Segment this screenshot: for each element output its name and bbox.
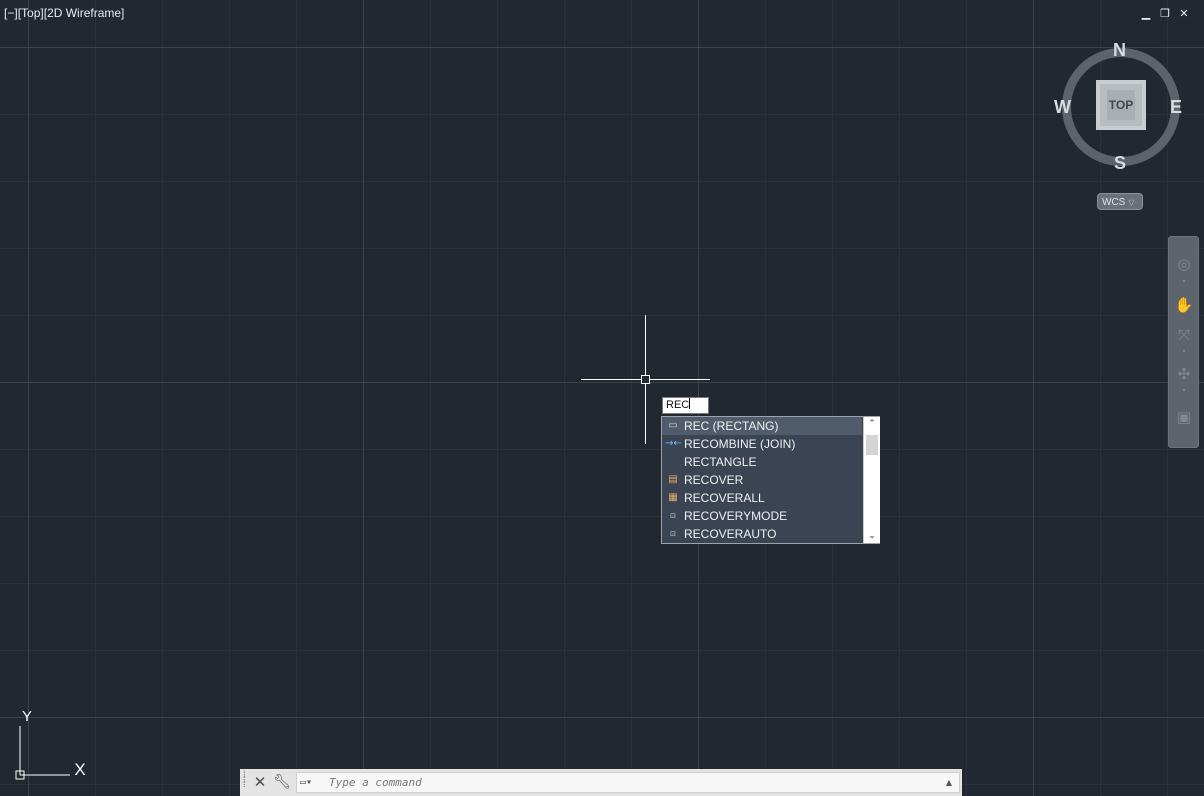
recover-icon: ▤ — [668, 474, 678, 485]
autocomplete-item[interactable]: ⊡ RECOVERYMODE — [662, 507, 862, 525]
chevron-up-icon[interactable]: ⌃ — [864, 417, 880, 431]
restore-icon[interactable]: ❐ — [1159, 8, 1171, 20]
autocomplete-scrollbar[interactable]: ⌃ ⌄ — [863, 417, 880, 543]
command-input-field: ▭▾ ▲ — [296, 772, 960, 793]
command-line: ⁞⁞⁞ ✕ 🔧︎ ▭▾ ▲ — [240, 769, 962, 796]
zoom-extents-icon[interactable]: ⤧ — [1174, 325, 1194, 345]
steering-wheel-icon[interactable]: ◎ — [1174, 254, 1194, 274]
autocomplete-list: ▭ REC (RECTANG) →← RECOMBINE (JOIN) RECT… — [661, 416, 880, 544]
drawing-area[interactable]: [−] [Top] [2D Wireframe] ▁ ❐ ✕ N S E W T… — [0, 0, 1204, 796]
rectangle-icon: ▭ — [668, 420, 678, 431]
grip-handle-icon[interactable]: ⁞ ⁞ ⁞ — [243, 770, 249, 792]
compass-south[interactable]: S — [1114, 153, 1126, 174]
join-icon: →← — [665, 438, 682, 449]
wcs-label: WCS — [1102, 197, 1126, 208]
viewport-controls: [−] [Top] [2D Wireframe] — [4, 6, 124, 20]
autocomplete-item[interactable]: ▤ RECOVER — [662, 471, 862, 489]
orbit-icon[interactable]: ✣ — [1174, 364, 1194, 384]
autocomplete-item[interactable]: ▭ REC (RECTANG) — [662, 417, 862, 435]
sysvar-icon: ⊡ — [670, 530, 676, 538]
compass-west[interactable]: W — [1054, 97, 1071, 118]
chevron-up-icon[interactable]: ▲ — [943, 776, 955, 789]
chevron-down-icon[interactable]: ⌄ — [864, 529, 880, 543]
wrench-icon[interactable]: 🔧︎ — [273, 773, 291, 791]
chevron-down-icon[interactable]: ▾ — [1181, 349, 1187, 355]
showmotion-icon[interactable]: ▣ — [1174, 407, 1194, 427]
pan-icon[interactable]: ✋ — [1174, 295, 1194, 315]
wcs-menu-button[interactable]: WCS ▽ — [1097, 193, 1143, 210]
dynamic-input-field[interactable]: REC — [662, 397, 709, 414]
autocomplete-item[interactable]: ▦ RECOVERALL — [662, 489, 862, 507]
command-input[interactable] — [329, 774, 929, 791]
ucs-y-label: Y — [22, 708, 32, 725]
ucs-x-label: X — [74, 760, 85, 779]
compass-east[interactable]: E — [1170, 97, 1182, 118]
viewcube-face-label: TOP — [1106, 90, 1136, 120]
chevron-down-icon: ▽ — [1128, 198, 1135, 207]
viewport-menu-control[interactable]: [−] — [4, 6, 18, 20]
viewcube-top-face[interactable]: TOP — [1096, 80, 1146, 130]
recoverall-icon: ▦ — [668, 492, 678, 503]
viewcube[interactable]: N S E W TOP — [1054, 40, 1188, 174]
view-control[interactable]: [Top] — [18, 6, 44, 20]
dynamic-input-value: REC — [666, 399, 690, 411]
autocomplete-item[interactable]: →← RECOMBINE (JOIN) — [662, 435, 862, 453]
pickbox — [641, 375, 650, 384]
autocomplete-item[interactable]: RECTANGLE — [662, 453, 862, 471]
command-prompt-icon[interactable]: ▭▾ — [300, 775, 326, 791]
close-icon[interactable]: ✕ — [252, 773, 268, 791]
minimize-icon[interactable]: ▁ — [1140, 8, 1152, 20]
scrollbar-thumb[interactable] — [866, 435, 878, 455]
autocomplete-item[interactable]: ⊡ RECOVERAUTO — [662, 525, 862, 543]
navigation-bar: ◎ ▾ ✋ ⤧ ▾ ✣ ▾ ▣ — [1168, 236, 1199, 448]
text-caret — [689, 398, 691, 409]
ucs-icon: Y X — [15, 708, 86, 780]
visual-style-control[interactable]: [2D Wireframe] — [44, 6, 125, 20]
close-icon[interactable]: ✕ — [1178, 8, 1190, 20]
window-controls: ▁ ❐ ✕ — [1140, 8, 1190, 20]
chevron-down-icon[interactable]: ▾ — [1181, 388, 1187, 394]
chevron-down-icon[interactable]: ▾ — [1181, 279, 1187, 285]
compass-north[interactable]: N — [1113, 40, 1126, 61]
sysvar-icon: ⊡ — [670, 512, 676, 520]
